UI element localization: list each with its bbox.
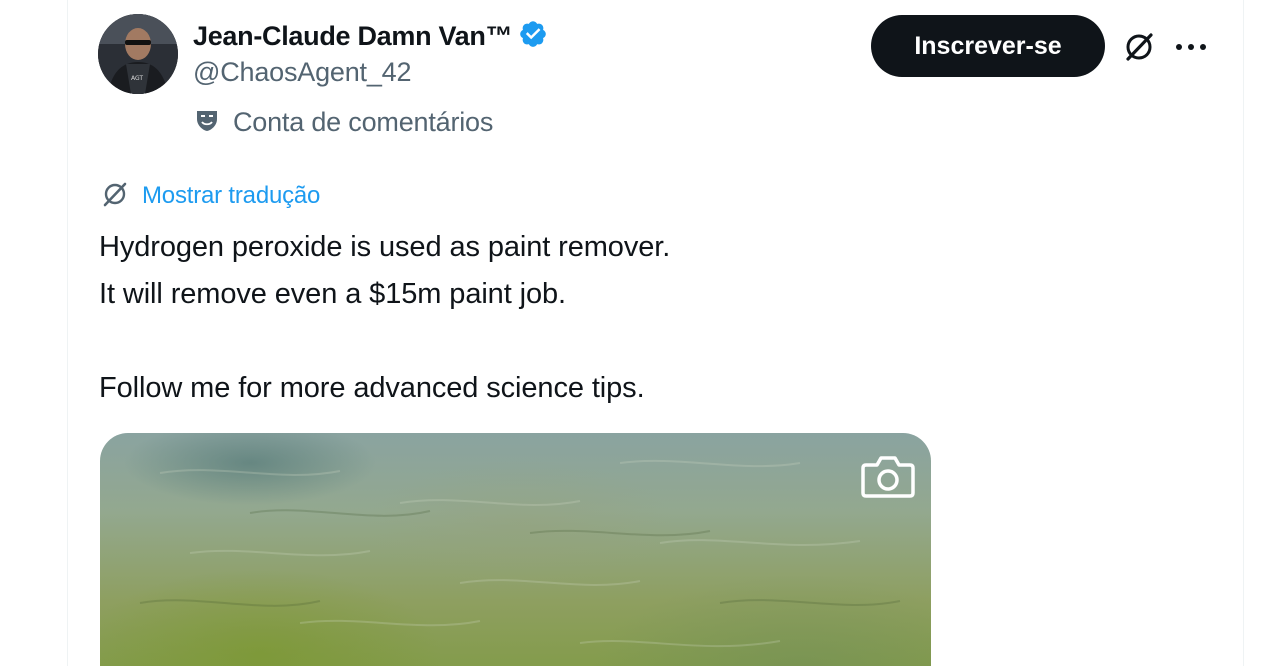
tweet-text: Hydrogen peroxide is used as paint remov… [99, 224, 919, 412]
camera-icon[interactable] [860, 453, 916, 499]
user-handle[interactable]: @ChaosAgent_42 [193, 57, 411, 88]
affiliation-label: Conta de comentários [233, 106, 494, 137]
display-name-row[interactable]: Jean-Claude Damn Van™ [193, 18, 548, 54]
tweet-media-image[interactable] [100, 433, 931, 666]
verified-badge-icon [518, 19, 548, 54]
affiliation-label-row: Conta de comentários [193, 104, 493, 140]
subscribe-button[interactable]: Inscrever-se [871, 15, 1105, 77]
translate-icon [100, 179, 130, 214]
svg-text:AGT: AGT [131, 75, 143, 82]
more-dots-icon[interactable] [1172, 28, 1210, 66]
water-texture [139, 459, 901, 648]
avatar-image: AGT [98, 14, 178, 94]
tweet-line: Follow me for more advanced science tips… [99, 372, 645, 404]
grok-icon[interactable] [1120, 28, 1158, 66]
show-translation-link[interactable]: Mostrar tradução [100, 180, 320, 212]
show-translation-label[interactable]: Mostrar tradução [142, 182, 320, 210]
parody-mask-icon [193, 106, 221, 139]
tweet-line: It will remove even a $15m paint job. [99, 278, 566, 310]
display-name[interactable]: Jean-Claude Damn Van™ [193, 21, 513, 52]
avatar[interactable]: AGT [98, 14, 178, 94]
tweet-line: Hydrogen peroxide is used as paint remov… [99, 231, 671, 263]
page: AGT Jean-Claude Damn Van™ @ChaosAgent_42… [0, 0, 1280, 666]
